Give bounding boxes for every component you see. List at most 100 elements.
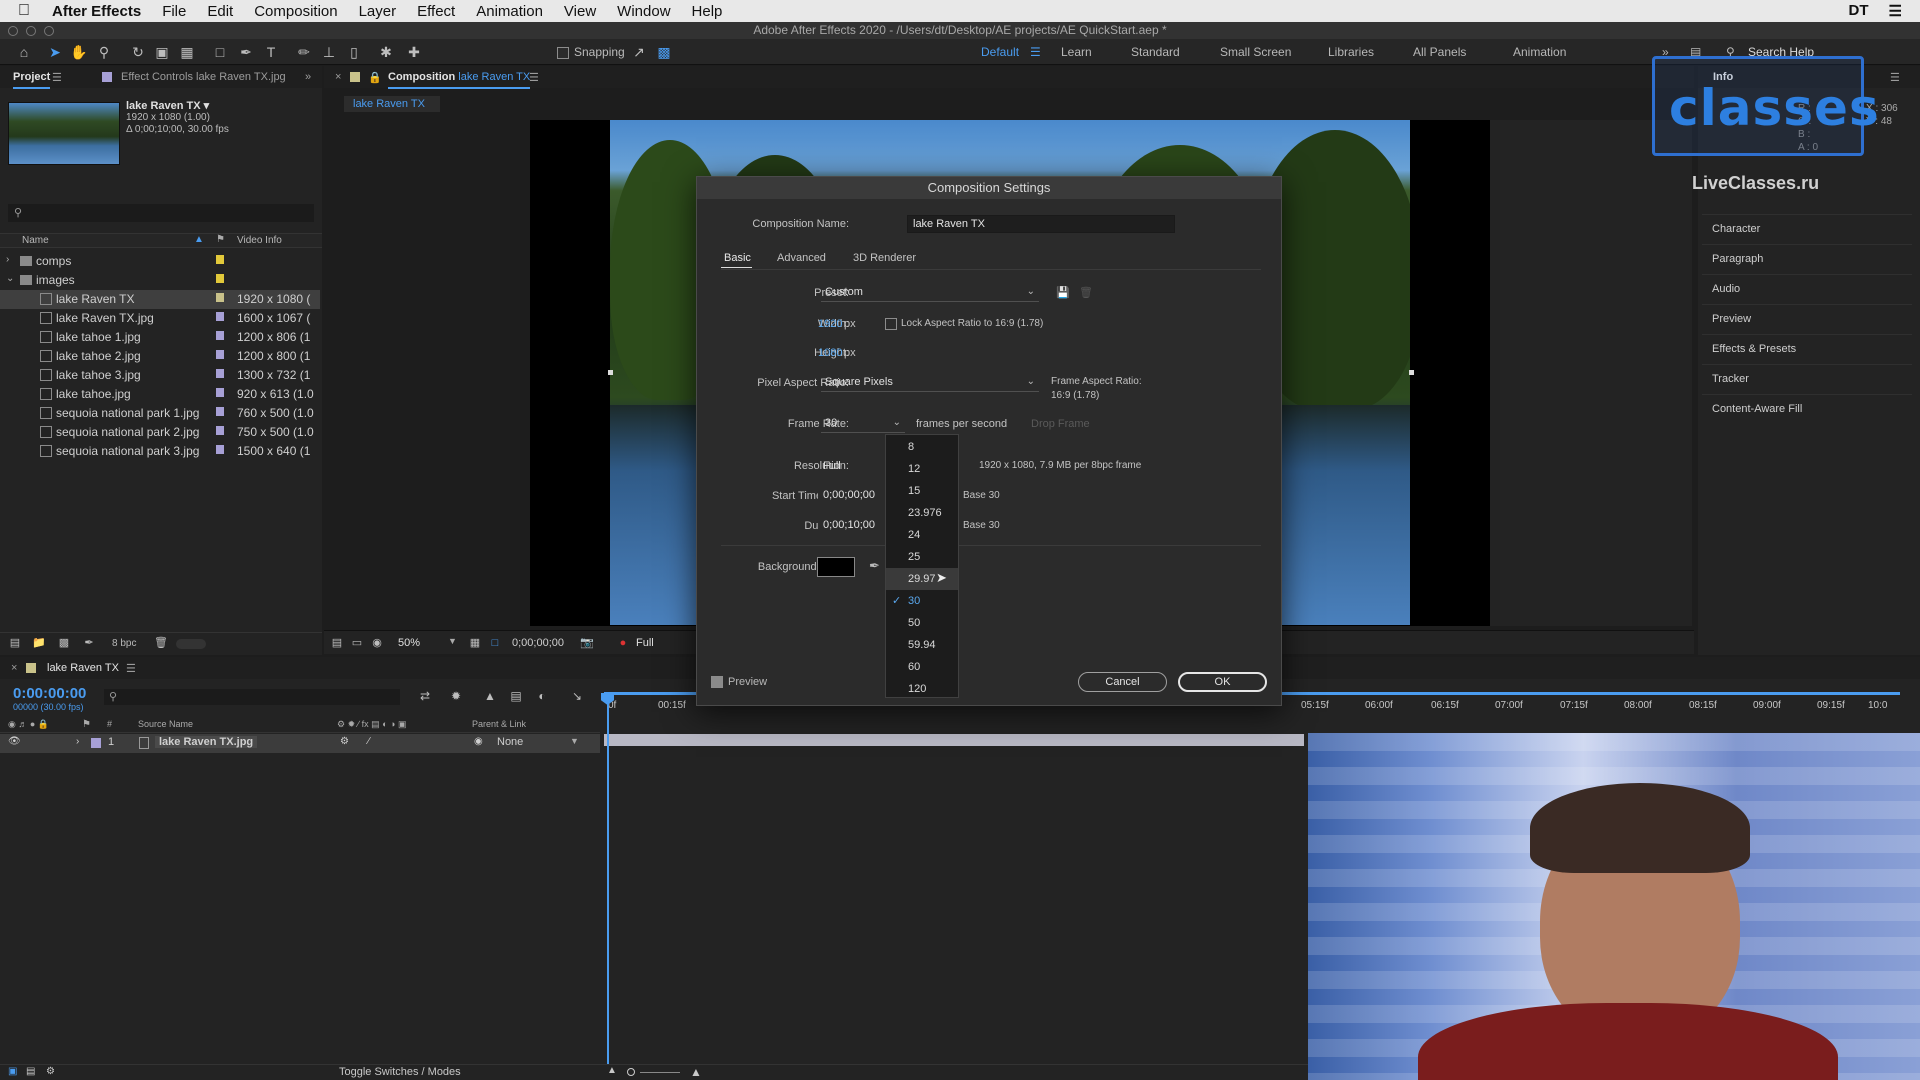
graph-editor-icon[interactable]: ↘ bbox=[568, 687, 586, 705]
label-color-swatch[interactable] bbox=[216, 255, 224, 264]
label-color-swatch[interactable] bbox=[216, 445, 224, 454]
label-color-swatch[interactable] bbox=[216, 331, 224, 340]
workspace-libraries[interactable]: Libraries bbox=[1328, 45, 1374, 59]
comp-tab-menu-icon[interactable]: ☰ bbox=[529, 71, 539, 84]
zoom-out-icon[interactable]: ▲ bbox=[607, 1065, 617, 1076]
transfer-controls-icon[interactable]: ▤ bbox=[26, 1066, 35, 1077]
label-color-swatch[interactable] bbox=[216, 407, 224, 416]
layer-handle-right[interactable] bbox=[1409, 370, 1414, 375]
timeline-search-input[interactable]: ⚲ bbox=[104, 689, 400, 705]
panel-content-aware-fill[interactable]: Content-Aware Fill bbox=[1702, 394, 1912, 422]
menu-window[interactable]: Window bbox=[617, 3, 670, 20]
frame-rate-option[interactable]: 120 bbox=[886, 678, 958, 700]
zoom-chevron-icon[interactable]: ▼ bbox=[448, 636, 457, 646]
menu-file[interactable]: File bbox=[162, 3, 186, 20]
snap-icon[interactable]: ↗ bbox=[630, 43, 648, 61]
cancel-button[interactable]: Cancel bbox=[1078, 672, 1167, 692]
delete-preset-icon[interactable]: 🗑 bbox=[1079, 286, 1093, 299]
project-item[interactable]: lake tahoe 2.jpg 1200 x 800 (1 bbox=[0, 347, 320, 366]
tab-project-menu-icon[interactable]: ☰ bbox=[52, 71, 62, 84]
preview-checkbox[interactable] bbox=[711, 676, 723, 688]
panel-overflow-icon[interactable]: » bbox=[305, 71, 311, 83]
bit-depth-label[interactable]: 8 bpc bbox=[112, 638, 136, 649]
resolution-dropdown[interactable]: Full bbox=[636, 637, 654, 649]
panel-tracker[interactable]: Tracker bbox=[1702, 364, 1912, 392]
toggle-switches-modes[interactable]: Toggle Switches / Modes bbox=[339, 1066, 461, 1078]
color-channels-icon[interactable]: ● bbox=[614, 634, 632, 652]
motion-blur-icon[interactable]: ◐ bbox=[533, 687, 551, 705]
parent-chevron-icon[interactable]: ▼ bbox=[570, 736, 579, 746]
project-item[interactable]: lake tahoe.jpg 920 x 613 (1.0 bbox=[0, 385, 320, 404]
parent-dropdown[interactable]: None bbox=[497, 736, 523, 748]
workspace-standard[interactable]: Standard bbox=[1131, 45, 1180, 59]
zoom-dropdown[interactable]: 50% bbox=[398, 637, 420, 649]
menu-layer[interactable]: Layer bbox=[359, 3, 397, 20]
column-video-info-header[interactable]: Video Info bbox=[237, 235, 282, 246]
eraser-tool-icon[interactable]: ▯ bbox=[345, 43, 363, 61]
frame-blending-icon[interactable]: ▤ bbox=[507, 687, 525, 705]
workspace-small-screen[interactable]: Small Screen bbox=[1220, 45, 1291, 59]
label-color-swatch[interactable] bbox=[216, 369, 224, 378]
zoom-slider-handle[interactable] bbox=[627, 1068, 635, 1076]
height-value[interactable]: 1080 bbox=[818, 347, 842, 359]
tab-advanced[interactable]: Advanced bbox=[777, 252, 826, 264]
expand-folder-icon[interactable]: ⌄ bbox=[6, 273, 14, 284]
project-item[interactable]: › comps bbox=[0, 252, 320, 271]
close-window-icon[interactable] bbox=[8, 26, 18, 36]
panel-character[interactable]: Character bbox=[1702, 214, 1912, 242]
label-column-icon[interactable]: ⚑ bbox=[216, 234, 225, 245]
workspace-menu-icon[interactable]: ☰ bbox=[1030, 45, 1041, 59]
brush-tool-icon[interactable]: ✏ bbox=[295, 43, 313, 61]
frame-rate-option[interactable]: 29.97 ➤ bbox=[886, 568, 958, 590]
label-color-swatch[interactable] bbox=[216, 350, 224, 359]
current-time-display[interactable]: 0:00:00:00 bbox=[13, 685, 86, 702]
label-color-swatch[interactable] bbox=[216, 426, 224, 435]
frame-rate-option[interactable]: 15 bbox=[886, 480, 958, 502]
label-color-swatch[interactable] bbox=[216, 293, 224, 302]
comp-name-input[interactable]: lake Raven TX bbox=[907, 215, 1175, 233]
preset-dropdown[interactable]: Custom ⌄ bbox=[821, 284, 1039, 302]
layer-source-name[interactable]: lake Raven TX.jpg bbox=[155, 736, 258, 748]
menu-edit[interactable]: Edit bbox=[207, 3, 233, 20]
comp-flowchart-tab[interactable]: lake Raven TX bbox=[344, 96, 440, 112]
zoom-slider-track[interactable] bbox=[640, 1072, 680, 1073]
snapshot-icon[interactable]: 📷 bbox=[578, 634, 596, 652]
pan-behind-tool-icon[interactable]: ▦ bbox=[178, 43, 196, 61]
project-item[interactable]: lake Raven TX.jpg 1600 x 1067 ( bbox=[0, 309, 320, 328]
width-value[interactable]: 1920 bbox=[818, 318, 842, 330]
selection-tool-icon[interactable]: ➤ bbox=[46, 43, 64, 61]
panel-audio[interactable]: Audio bbox=[1702, 274, 1912, 302]
zoom-tool-icon[interactable]: ⚲ bbox=[95, 43, 113, 61]
home-icon[interactable]: ⌂ bbox=[15, 43, 33, 61]
quality-switch-icon[interactable]: ∕ bbox=[368, 736, 370, 747]
rotate-tool-icon[interactable]: ↻ bbox=[129, 43, 147, 61]
menu-help[interactable]: Help bbox=[692, 3, 723, 20]
minimize-window-icon[interactable] bbox=[26, 26, 36, 36]
tab-timeline-comp[interactable]: lake Raven TX bbox=[47, 662, 119, 674]
hand-tool-icon[interactable]: ✋ bbox=[70, 43, 88, 61]
tab-basic[interactable]: Basic bbox=[724, 252, 751, 264]
safe-margins-icon[interactable]: ▦ bbox=[466, 634, 484, 652]
selected-item-name[interactable]: lake Raven TX ▾ bbox=[126, 99, 209, 112]
frame-rate-option[interactable]: 23.976 bbox=[886, 502, 958, 524]
viewer-timecode[interactable]: 0;00;00;00 bbox=[512, 637, 564, 649]
zoom-in-icon[interactable]: ▲ bbox=[690, 1065, 702, 1079]
camera-tool-icon[interactable]: ▣ bbox=[153, 43, 171, 61]
adjust-settings-icon[interactable]: ✒ bbox=[80, 634, 98, 652]
close-timeline-tab-icon[interactable]: × bbox=[11, 662, 17, 674]
delete-icon[interactable]: 🗑 bbox=[152, 634, 170, 652]
source-name-header[interactable]: Source Name bbox=[138, 719, 193, 729]
frame-rate-option[interactable]: ✓ 30 bbox=[886, 590, 958, 612]
menu-app-name[interactable]: After Effects bbox=[52, 3, 141, 20]
frame-rate-option[interactable]: 12 bbox=[886, 458, 958, 480]
frame-rate-option[interactable]: 25 bbox=[886, 546, 958, 568]
panel-effects-presets[interactable]: Effects & Presets bbox=[1702, 334, 1912, 362]
lock-icon[interactable]: 🔒 bbox=[368, 71, 382, 84]
timeline-menu-icon[interactable]: ☰ bbox=[126, 662, 136, 675]
pen-tool-icon[interactable]: ✒ bbox=[237, 43, 255, 61]
frame-rate-option[interactable]: 50 bbox=[886, 612, 958, 634]
save-preset-icon[interactable]: 💾 bbox=[1056, 286, 1070, 299]
expand-folder-icon[interactable]: › bbox=[6, 254, 9, 265]
resolution-dropdown[interactable]: Full bbox=[823, 460, 841, 472]
project-item[interactable]: sequoia national park 1.jpg 760 x 500 (1.… bbox=[0, 404, 320, 423]
